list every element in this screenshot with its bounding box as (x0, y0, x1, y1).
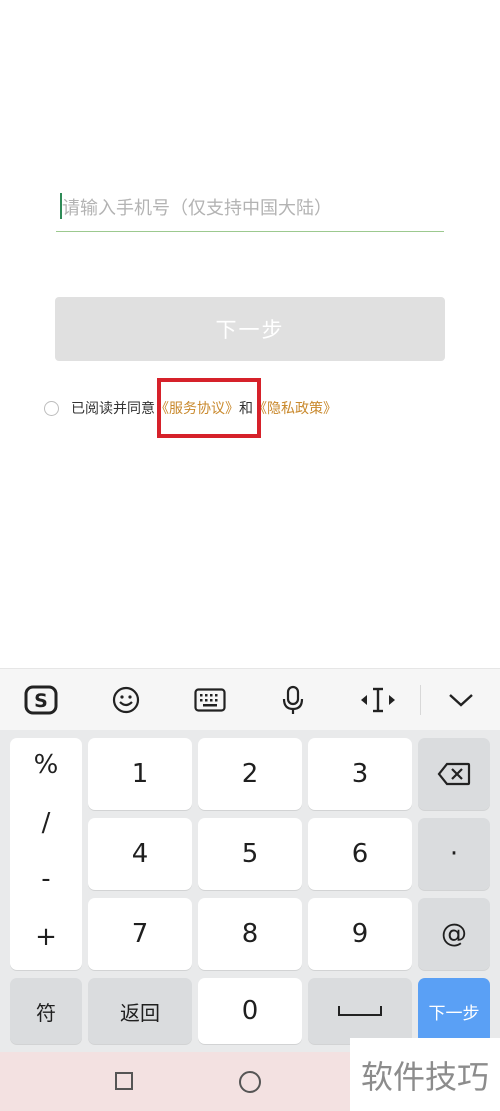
key-0[interactable]: 0 (198, 978, 302, 1044)
emoji-icon[interactable] (101, 669, 151, 731)
space-icon (338, 1006, 382, 1016)
key-7[interactable]: 7 (88, 898, 192, 970)
key-dot[interactable]: · (418, 818, 490, 890)
key-at[interactable]: @ (418, 898, 490, 970)
key-6[interactable]: 6 (308, 818, 412, 890)
agreement-prefix: 已阅读并同意 (71, 401, 155, 417)
collapse-icon[interactable] (436, 669, 486, 731)
key-2[interactable]: 2 (198, 738, 302, 810)
next-button[interactable]: 下一步 (55, 297, 445, 361)
sogou-logo-icon[interactable]: S (16, 669, 66, 731)
key-3[interactable]: 3 (308, 738, 412, 810)
key-5[interactable]: 5 (198, 818, 302, 890)
key-8[interactable]: 8 (198, 898, 302, 970)
keyboard-icon[interactable] (185, 669, 235, 731)
key-plus[interactable]: + (10, 922, 82, 952)
key-space[interactable] (308, 978, 412, 1044)
key-symbols[interactable]: 符 (10, 978, 82, 1044)
backspace-key[interactable] (418, 738, 490, 810)
svg-text:S: S (34, 690, 48, 712)
backspace-icon (437, 762, 471, 786)
key-next[interactable]: 下一步 (418, 978, 490, 1044)
key-minus[interactable]: - (10, 864, 82, 894)
key-back[interactable]: 返回 (88, 978, 192, 1044)
privacy-policy-link[interactable]: 《隐私政策》 (253, 398, 337, 418)
key-9[interactable]: 9 (308, 898, 412, 970)
toolbar-divider (420, 685, 421, 715)
key-4[interactable]: 4 (88, 818, 192, 890)
key-1[interactable]: 1 (88, 738, 192, 810)
home-icon[interactable] (239, 1071, 261, 1093)
cursor-move-icon[interactable] (353, 669, 403, 731)
text-caret (60, 193, 62, 219)
keyboard-toolbar: S (0, 668, 500, 731)
recent-apps-icon[interactable] (115, 1072, 133, 1090)
watermark: 软件技巧 (350, 1038, 500, 1111)
microphone-icon[interactable] (268, 669, 318, 731)
key-slash[interactable]: / (10, 808, 82, 838)
phone-input[interactable] (56, 186, 444, 232)
highlight-box (157, 378, 261, 438)
agreement-radio[interactable] (44, 400, 59, 416)
key-percent[interactable]: % (10, 750, 82, 780)
symbol-column[interactable]: % / - + (10, 738, 82, 970)
